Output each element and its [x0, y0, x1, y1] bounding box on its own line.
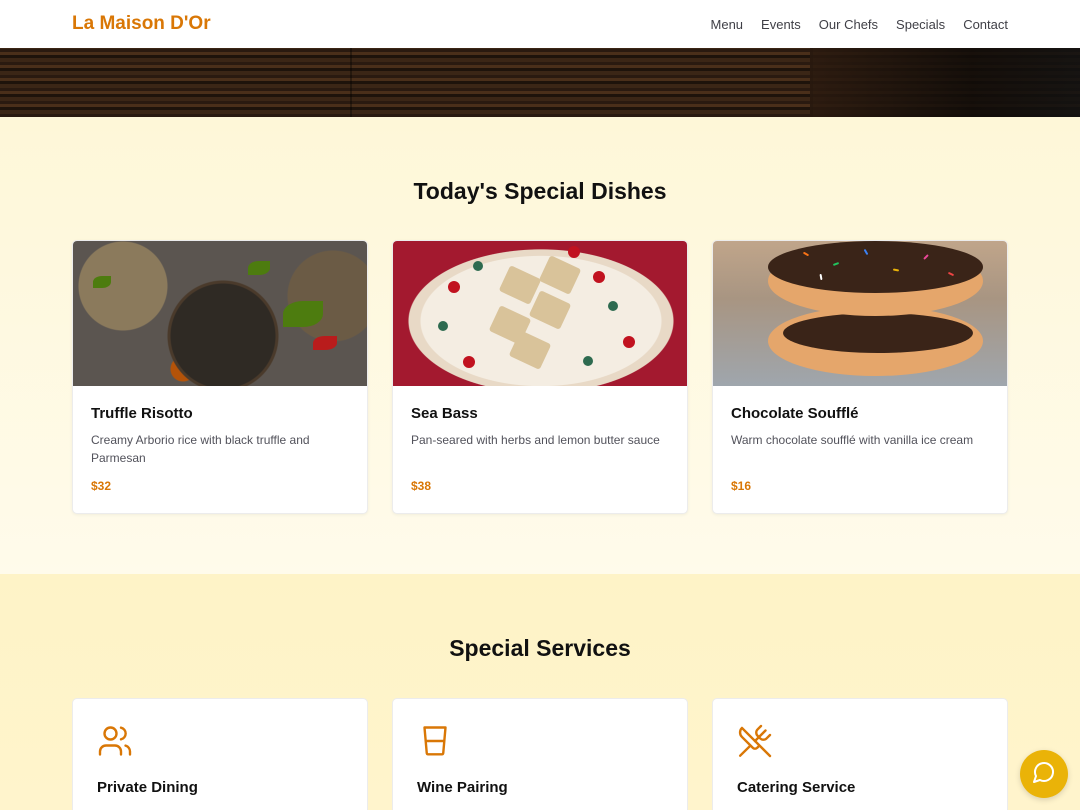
dish-price: $16	[731, 479, 752, 493]
service-name: Wine Pairing	[417, 779, 508, 796]
site-header: La Maison D'Or Menu Events Our Chefs Spe…	[0, 0, 1080, 48]
dish-image	[73, 241, 367, 386]
special-dishes-section: Today's Special Dishes Truffle Risotto C…	[0, 117, 1080, 574]
nav-our-chefs[interactable]: Our Chefs	[819, 17, 878, 32]
dish-name: Chocolate Soufflé	[731, 405, 859, 422]
dish-name: Sea Bass	[411, 405, 478, 422]
chat-bubble-icon	[1032, 760, 1056, 789]
service-name: Private Dining	[97, 779, 198, 796]
users-icon	[97, 723, 133, 759]
nav-events[interactable]: Events	[761, 17, 801, 32]
service-name: Catering Service	[737, 779, 856, 796]
glass-icon	[417, 723, 453, 759]
dish-description: Pan-seared with herbs and lemon butter s…	[411, 433, 660, 447]
dish-description: Creamy Arborio rice with black truffle a…	[91, 433, 310, 465]
service-card-wine-pairing[interactable]: Wine Pairing	[392, 698, 688, 810]
service-card-private-dining[interactable]: Private Dining	[72, 698, 368, 810]
dish-card-truffle-risotto[interactable]: Truffle Risotto Creamy Arborio rice with…	[72, 240, 368, 514]
dish-name: Truffle Risotto	[91, 405, 193, 422]
dish-image	[393, 241, 687, 386]
chat-button[interactable]	[1020, 750, 1068, 798]
hero-banner-image	[0, 48, 1080, 117]
section-title: Today's Special Dishes	[413, 178, 667, 204]
dish-price: $32	[91, 479, 112, 493]
nav-specials[interactable]: Specials	[896, 17, 945, 32]
section-title: Special Services	[449, 635, 631, 661]
nav-menu[interactable]: Menu	[711, 17, 744, 32]
nav-contact[interactable]: Contact	[963, 17, 1008, 32]
dish-image	[713, 241, 1007, 386]
dish-price: $38	[411, 479, 432, 493]
special-services-section: Special Services Private Dining Wine Pai…	[0, 574, 1080, 810]
utensils-crossed-icon	[737, 723, 773, 759]
dish-card-sea-bass[interactable]: Sea Bass Pan-seared with herbs and lemon…	[392, 240, 688, 514]
main-nav: Menu Events Our Chefs Specials Contact	[711, 17, 1008, 32]
service-card-catering[interactable]: Catering Service	[712, 698, 1008, 810]
dish-description: Warm chocolate soufflé with vanilla ice …	[731, 433, 974, 447]
dish-card-chocolate-souffle[interactable]: Chocolate Soufflé Warm chocolate soufflé…	[712, 240, 1008, 514]
brand-logo[interactable]: La Maison D'Or	[72, 13, 211, 35]
